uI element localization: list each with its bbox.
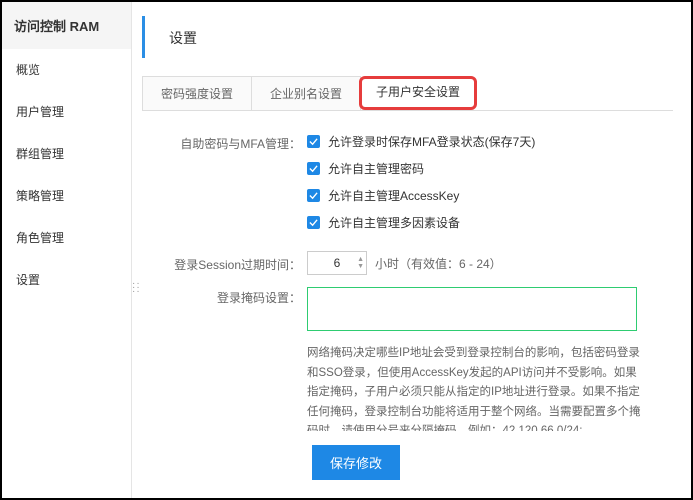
checkbox-manage-mfa-device[interactable]: 允许自主管理多因素设备 (307, 214, 663, 231)
settings-form: 自助密码与MFA管理： 允许登录时保存MFA登录状态(保存7天) 允许自主管理密… (132, 111, 673, 431)
sidebar-item-policies[interactable]: 策略管理 (2, 175, 131, 217)
tab-password-strength[interactable]: 密码强度设置 (142, 76, 252, 110)
form-footer: 保存修改 (132, 431, 673, 498)
session-label: 登录Session过期时间： (142, 254, 307, 273)
session-value: 6 (334, 256, 341, 270)
checkbox-icon (307, 135, 320, 148)
checkbox-manage-password[interactable]: 允许自主管理密码 (307, 160, 663, 177)
checkbox-icon (307, 216, 320, 229)
tabs: 密码强度设置 企业别名设置 子用户安全设置 (142, 76, 673, 111)
session-timeout-input[interactable]: 6 ▲▼ (307, 251, 367, 275)
checkbox-icon (307, 189, 320, 202)
save-button[interactable]: 保存修改 (312, 445, 400, 480)
checkbox-icon (307, 162, 320, 175)
main-content: 设置 密码强度设置 企业别名设置 子用户安全设置 自助密码与MFA管理： 允许登… (132, 2, 691, 498)
checkbox-label: 允许自主管理多因素设备 (328, 214, 460, 231)
sidebar-item-groups[interactable]: 群组管理 (2, 133, 131, 175)
tab-enterprise-alias[interactable]: 企业别名设置 (251, 76, 361, 110)
sidebar-header: 访问控制 RAM (2, 2, 131, 49)
tab-subuser-security[interactable]: 子用户安全设置 (359, 76, 477, 110)
checkbox-save-mfa-state[interactable]: 允许登录时保存MFA登录状态(保存7天) (307, 133, 663, 150)
mask-label: 登录掩码设置： (142, 287, 307, 306)
sidebar-item-settings[interactable]: 设置 (2, 259, 131, 301)
sidebar: 访问控制 RAM 概览 用户管理 群组管理 策略管理 角色管理 设置 (2, 2, 132, 498)
checkbox-label: 允许自主管理AccessKey (328, 187, 459, 204)
checkbox-label: 允许自主管理密码 (328, 160, 424, 177)
session-hint: 小时（有效值：6 - 24） (375, 255, 502, 272)
sidebar-item-roles[interactable]: 角色管理 (2, 217, 131, 259)
mask-help-text: 网络掩码决定哪些IP地址会受到登录控制台的影响，包括密码登录和SSO登录，但使用… (307, 344, 647, 431)
page-title: 设置 (169, 28, 673, 48)
sidebar-item-users[interactable]: 用户管理 (2, 91, 131, 133)
checkbox-label: 允许登录时保存MFA登录状态(保存7天) (328, 133, 535, 150)
page-title-wrap: 设置 (142, 16, 673, 58)
checkbox-manage-accesskey[interactable]: 允许自主管理AccessKey (307, 187, 663, 204)
spinner-arrows-icon[interactable]: ▲▼ (357, 256, 364, 270)
drag-handle-icon[interactable]: ······ (132, 282, 141, 294)
sidebar-item-overview[interactable]: 概览 (2, 49, 131, 91)
mfa-label: 自助密码与MFA管理： (142, 133, 307, 152)
login-mask-input[interactable] (307, 287, 637, 331)
